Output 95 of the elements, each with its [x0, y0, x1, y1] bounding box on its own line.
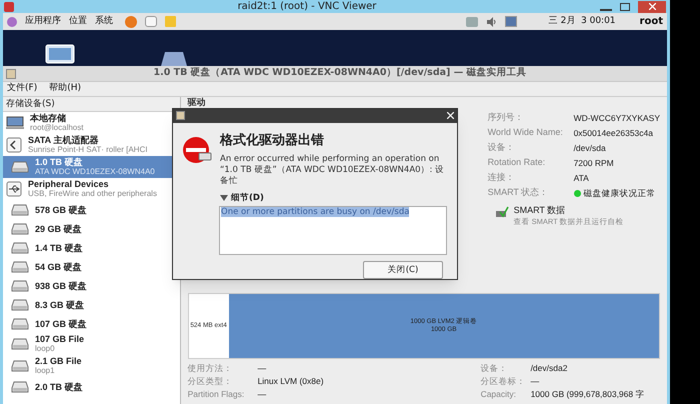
- hard-drive-icon: [11, 204, 29, 216]
- speaker-icon[interactable]: [486, 16, 497, 26]
- panel-menu[interactable]: 位置: [69, 14, 87, 28]
- monitor-icon[interactable]: [504, 16, 517, 27]
- field-value: —: [258, 362, 266, 375]
- device-name: 107 GB 硬盘: [35, 318, 87, 328]
- device-list-item[interactable]: 938 GB 硬盘: [3, 276, 180, 295]
- menu-item[interactable]: 文件(F): [7, 82, 38, 96]
- device-list-item[interactable]: 107 GB File loop0: [3, 333, 180, 355]
- close-icon: [648, 3, 656, 10]
- device-list-item[interactable]: 578 GB 硬盘: [3, 200, 180, 219]
- device-list-item[interactable]: 54 GB 硬盘: [3, 257, 180, 276]
- close-dialog-button[interactable]: 关闭(C): [363, 261, 443, 279]
- error-message: An error occurred while performing an operation on “1.0 TB 硬盘”（ATA WDC WD10EZEX-08WN4A0）: 设备忙: [220, 154, 446, 187]
- field-label: 序列号：: [488, 111, 525, 124]
- usb-icon: [6, 181, 22, 197]
- device-name: 2.1 GB File: [35, 356, 82, 366]
- maximize-button[interactable]: [620, 2, 630, 10]
- field-value: 7200 RPM: [574, 156, 614, 170]
- field-value: /dev/sda: [574, 142, 606, 154]
- hard-drive-icon: [11, 242, 29, 254]
- hard-drive-icon: [11, 260, 29, 272]
- computer-icon: [6, 116, 24, 130]
- panel-menu[interactable]: 应用程序: [25, 14, 61, 28]
- window-title: raid2t:1 (root) - VNC Viewer: [236, 0, 378, 12]
- hard-drive-icon: [11, 318, 29, 330]
- dialog-title: 格式化驱动器出错: [220, 132, 325, 150]
- field-label: Capacity:: [480, 388, 517, 401]
- section-header: 驱动: [188, 97, 206, 107]
- field-label: World Wide Name:: [488, 126, 564, 140]
- field-label: 分区卷标：: [480, 375, 527, 388]
- device-list-item[interactable]: 2.1 GB File loop1: [3, 355, 180, 377]
- hard-drive-icon: [11, 298, 29, 310]
- field-value: 磁盘健康状况正常: [584, 186, 656, 200]
- device-name: 2.0 TB 硬盘: [35, 382, 83, 392]
- field-label: 设备：: [488, 141, 516, 154]
- device-list-item[interactable]: Peripheral Devices USB, FireWire and other peripherals: [3, 178, 180, 200]
- app-window-title: 1.0 TB 硬盘（ATA WDC WD10EZEX-08WN4A0）[/dev/sda] — 磁盘实用工具: [152, 66, 528, 80]
- device-list-item[interactable]: 2.0 TB 硬盘: [3, 377, 180, 396]
- device-name: 本地存储: [30, 113, 67, 123]
- field-value: 0x50014ee26353c4a: [574, 126, 653, 140]
- field-value: ATA: [574, 172, 589, 184]
- device-description: ATA WDC WD10EZEX-08WN4A0: [35, 167, 155, 177]
- device-name: 1.0 TB 硬盘: [35, 157, 84, 167]
- sidebar-header: 存储设备(S): [3, 97, 180, 112]
- device-name: 938 GB 硬盘: [35, 280, 87, 290]
- device-description: Sunrise Point-H SAT· roller [AHCI: [28, 145, 148, 155]
- hard-drive-icon: [11, 338, 29, 350]
- device-name: 1.4 TB 硬盘: [35, 242, 83, 252]
- disk-check-icon: [494, 205, 509, 219]
- field-label: Rotation Rate:: [488, 156, 546, 170]
- field-label: 分区类型：: [188, 375, 234, 388]
- field-label: Partition Flags:: [188, 388, 246, 401]
- field-value: WD-WCC6Y7XYKASY: [574, 112, 660, 124]
- device-list-item[interactable]: 107 GB 硬盘: [3, 314, 180, 333]
- hard-drive-icon: [11, 360, 29, 372]
- device-name: 54 GB 硬盘: [35, 262, 82, 272]
- device-description: loop0: [35, 344, 56, 354]
- menu-item[interactable]: 帮助(H): [49, 82, 81, 96]
- selected-details-text: One or more partitions are busy on /dev/sda: [221, 207, 410, 218]
- field-value: 1000 GB (999,678,803,968 字: [530, 388, 644, 401]
- field-value: —: [258, 388, 266, 401]
- device-name: 107 GB File: [35, 334, 84, 344]
- field-value: Linux LVM (0x8e): [258, 375, 324, 388]
- field-label: 使用方法：: [188, 362, 234, 375]
- field-value: /dev/sda2: [530, 362, 568, 375]
- hard-drive-icon: [11, 161, 29, 173]
- device-list-item[interactable]: 29 GB 硬盘: [3, 219, 180, 238]
- hard-drive-icon: [11, 380, 29, 392]
- panel-menu[interactable]: 系统: [95, 14, 113, 28]
- device-name: 29 GB 硬盘: [35, 224, 82, 234]
- device-list-item[interactable]: SATA 主机适配器 Sunrise Point-H SAT· roller [AHCI: [3, 134, 180, 156]
- field-label: 设备：: [480, 362, 509, 375]
- user-name[interactable]: root: [640, 14, 663, 29]
- device-list-item[interactable]: 8.3 GB 硬盘: [3, 295, 180, 314]
- error-icon: [182, 136, 212, 166]
- device-description: USB, FireWire and other peripherals: [28, 189, 157, 199]
- close-icon[interactable]: [447, 112, 454, 120]
- device-description: root@localhost: [30, 123, 84, 133]
- field-label: 连接：: [488, 171, 516, 184]
- field-label: SMART 状态：: [488, 186, 550, 200]
- field-value: —: [530, 375, 540, 388]
- device-list-item[interactable]: 本地存储 root@localhost: [3, 112, 180, 134]
- device-name: 578 GB 硬盘: [35, 204, 87, 214]
- hard-drive-icon: [11, 222, 29, 234]
- device-name: Peripheral Devices: [28, 179, 110, 189]
- device-description: loop1: [35, 366, 56, 376]
- smart-title: SMART 数据: [514, 205, 566, 216]
- computer-icon[interactable]: [45, 44, 75, 66]
- hard-drive-icon: [11, 280, 29, 292]
- clock[interactable]: 三 2月 3 00:01: [548, 14, 616, 28]
- device-name: 8.3 GB 硬盘: [35, 300, 84, 310]
- close-button[interactable]: [638, 0, 666, 12]
- device-name: SATA 主机适配器: [28, 135, 100, 145]
- device-list-item[interactable]: 1.4 TB 硬盘: [3, 238, 180, 257]
